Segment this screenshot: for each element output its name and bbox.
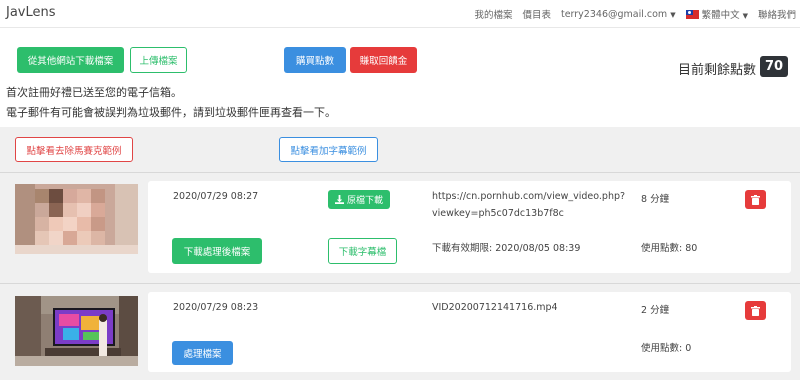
taiwan-flag-icon [685, 10, 699, 19]
file-source-url: https://cn.pornhub.com/view_video.php? [432, 191, 626, 202]
original-download-button[interactable]: 原檔下載 [328, 190, 390, 209]
notice-line-2: 電子郵件有可能會被誤判為垃圾郵件，請到垃圾郵件匣再查看一下。 [6, 106, 336, 119]
points-used: 使用點數: 80 [641, 243, 698, 254]
nav-contact[interactable]: 聯絡我們 [758, 7, 796, 21]
subtitle-example-button[interactable]: 點擊看加字幕範例 [279, 137, 378, 162]
delete-button[interactable] [745, 190, 766, 209]
file-source-url-continued: viewkey=ph5c07dc13b7f8c [432, 208, 564, 219]
chevron-down-icon: ▼ [670, 10, 676, 19]
points-used: 使用點數: 0 [641, 343, 692, 354]
file-date: 2020/07/29 08:23 [173, 302, 259, 313]
download-subtitle-button[interactable]: 下載字幕檔 [328, 238, 397, 264]
nav-my-files[interactable]: 我的檔案 [474, 7, 512, 21]
points-remaining-label: 目前剩餘點數 [677, 63, 756, 78]
download-from-site-button[interactable]: 從其他網站下載檔案 [17, 47, 124, 73]
nav-links: 我的檔案 價目表 terry2346@gmail.com ▼ 繁體中文 ▼ 聯絡我們 [474, 7, 796, 22]
buy-points-button[interactable]: 購買點數 [284, 47, 346, 73]
pixelated-thumbnail-image [15, 184, 138, 254]
file-duration: 8 分鐘 [641, 194, 670, 205]
nav-account-menu[interactable]: terry2346@gmail.com ▼ [561, 9, 676, 20]
trash-icon [751, 305, 760, 316]
divider [0, 283, 800, 284]
upload-button[interactable]: 上傳檔案 [130, 47, 187, 73]
divider [0, 172, 800, 173]
mosaic-removal-example-button[interactable]: 點擊看去除馬賽克範例 [15, 137, 133, 162]
file-name: VID20200712141716.mp4 [432, 302, 558, 313]
points-remaining-badge: 70 [760, 56, 788, 77]
notice-line-1: 首次註冊好禮已送至您的電子信箱。 [6, 86, 182, 99]
tv-room-thumbnail-image [15, 296, 138, 366]
nav-language-menu[interactable]: 繁體中文 ▼ [685, 7, 748, 21]
process-file-button[interactable]: 處理檔案 [172, 341, 233, 365]
original-download-label: 原檔下載 [346, 196, 383, 206]
earn-rebate-button[interactable]: 賺取回饋金 [350, 47, 417, 73]
file-duration: 2 分鐘 [641, 305, 670, 316]
delete-button[interactable] [745, 301, 766, 320]
file-row-card: 2020/07/29 08:27 原檔下載 https://cn.pornhub… [148, 181, 791, 273]
trash-icon [751, 194, 760, 205]
download-processed-button[interactable]: 下載處理後檔案 [172, 238, 262, 264]
video-thumbnail[interactable] [15, 296, 138, 366]
nav-price-list[interactable]: 價目表 [522, 7, 551, 21]
navbar: JavLens 我的檔案 價目表 terry2346@gmail.com ▼ 繁體… [0, 0, 800, 28]
download-icon [334, 195, 344, 204]
app-brand[interactable]: JavLens [6, 5, 56, 20]
language-label: 繁體中文 [701, 10, 740, 21]
download-expiry: 下載有效期限: 2020/08/05 08:39 [432, 243, 581, 254]
chevron-down-icon: ▼ [742, 12, 748, 20]
file-row-card: 2020/07/29 08:23 VID20200712141716.mp4 2… [148, 292, 791, 372]
account-email: terry2346@gmail.com [560, 8, 668, 20]
file-date: 2020/07/29 08:27 [173, 191, 259, 202]
video-thumbnail[interactable] [15, 184, 138, 254]
